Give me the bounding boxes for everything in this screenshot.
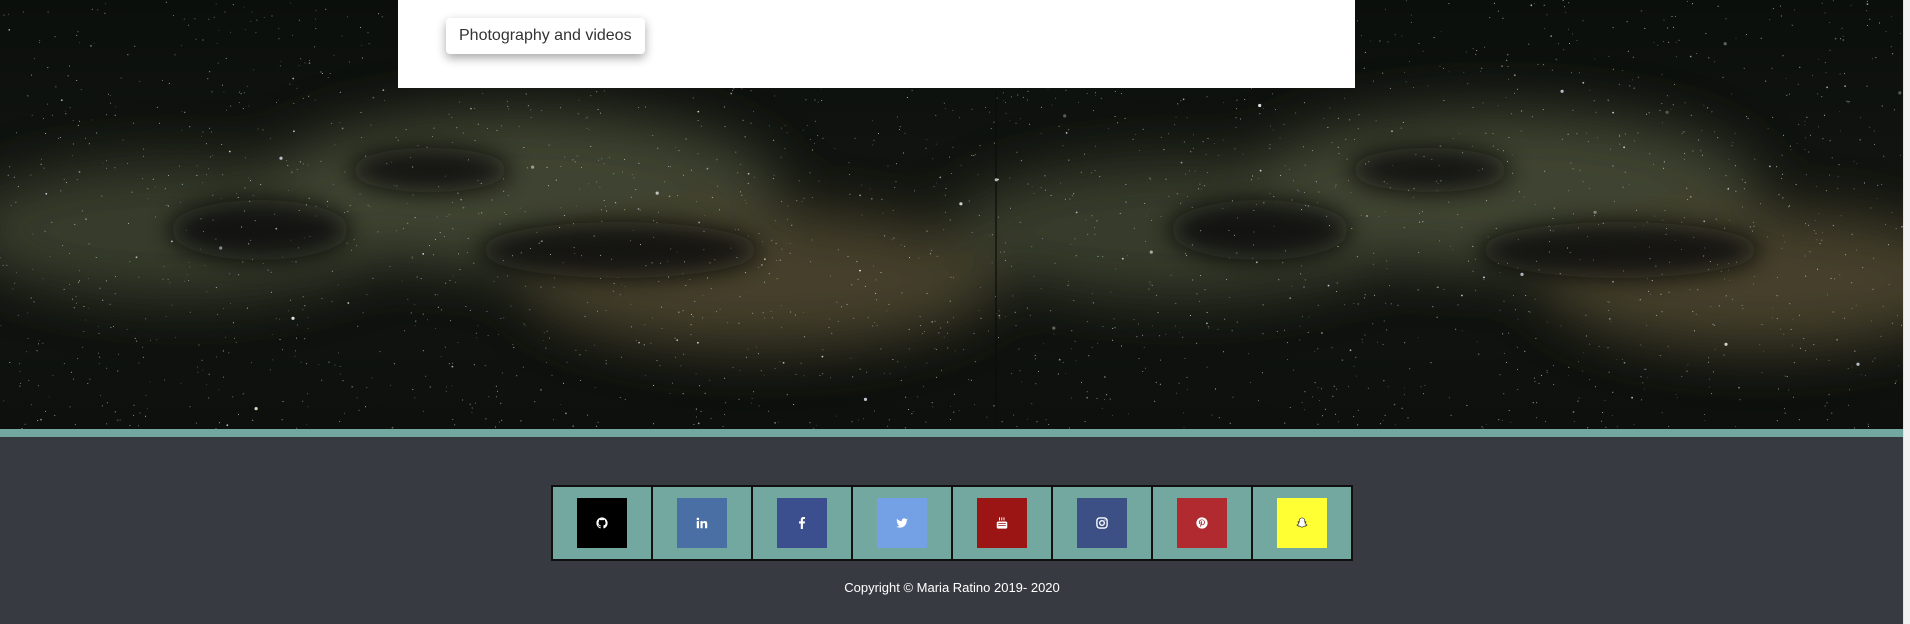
linkedin-button[interactable]: [677, 498, 727, 548]
social-cell-linkedin: [653, 487, 753, 559]
social-cell-facebook: [753, 487, 853, 559]
social-links-bar: [551, 485, 1353, 561]
linkedin-icon: [696, 517, 708, 529]
facebook-button[interactable]: [777, 498, 827, 548]
snapchat-icon: [1296, 517, 1308, 528]
social-cell-pinterest: [1153, 487, 1253, 559]
social-cell-twitter: [853, 487, 953, 559]
youtube-icon: [996, 517, 1008, 529]
social-cell-instagram: [1053, 487, 1153, 559]
instagram-button[interactable]: [1077, 498, 1127, 548]
footer-accent-divider: [0, 429, 1904, 437]
pinterest-button[interactable]: [1177, 498, 1227, 548]
pinterest-icon: [1196, 517, 1208, 529]
social-cell-snapchat: [1253, 487, 1351, 559]
footer: Copyright © Maria Ratino 2019- 2020: [0, 437, 1904, 624]
twitter-icon: [896, 518, 908, 528]
header-panel: Photography and videos: [398, 0, 1355, 88]
social-cell-youtube: [953, 487, 1053, 559]
instagram-icon: [1096, 517, 1108, 529]
facebook-icon: [799, 517, 805, 529]
youtube-button[interactable]: [977, 498, 1027, 548]
github-icon: [596, 517, 608, 529]
copyright-text: Copyright © Maria Ratino 2019- 2020: [844, 580, 1060, 595]
page: Photography and videos Copyright © Maria…: [0, 0, 1910, 624]
snapchat-button[interactable]: [1277, 498, 1327, 548]
social-cell-github: [553, 487, 653, 559]
photography-videos-nav-button[interactable]: Photography and videos: [446, 18, 645, 54]
github-button[interactable]: [577, 498, 627, 548]
twitter-button[interactable]: [877, 498, 927, 548]
page-scrollbar[interactable]: [1903, 0, 1910, 624]
